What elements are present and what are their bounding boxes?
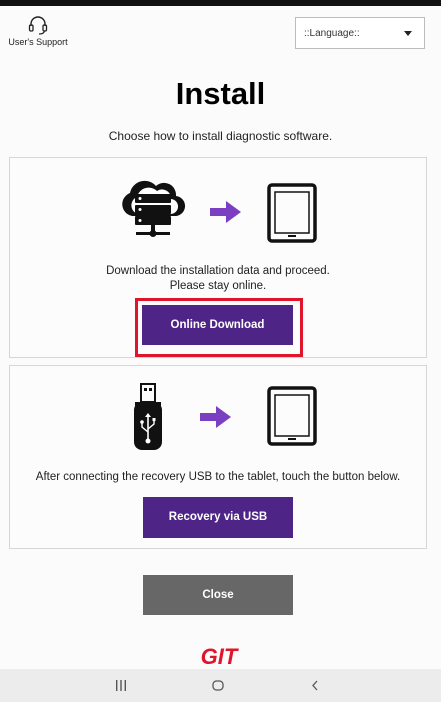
online-description-line2: Please stay online. [169, 280, 267, 292]
page-subtitle: Choose how to install diagnostic softwar… [108, 129, 333, 143]
back-button[interactable] [285, 669, 345, 702]
cloud-server-icon [122, 180, 186, 237]
recents-icon [116, 680, 126, 691]
arrow-right-icon [210, 201, 241, 223]
tablet-icon [267, 183, 317, 243]
language-select-value: ::Language:: [304, 28, 360, 39]
back-icon [312, 680, 318, 691]
usb-drive-icon [134, 383, 162, 450]
page-title: Install [175, 76, 266, 111]
system-navigation-bar [0, 669, 441, 702]
git-logo: GIT [201, 645, 239, 667]
status-bar [0, 0, 441, 6]
users-support-label: User's Support [8, 37, 68, 47]
language-select[interactable]: ::Language:: [295, 17, 425, 49]
arrow-right-icon [200, 406, 231, 428]
usb-description: After connecting the recovery USB to the… [35, 471, 401, 483]
users-support-button[interactable]: User's Support [6, 14, 70, 52]
online-download-highlight [135, 298, 303, 357]
online-description-line1: Download the installation data and proce… [106, 265, 330, 277]
recents-button[interactable] [91, 669, 151, 702]
close-button[interactable]: Close [143, 575, 293, 615]
caret-down-icon [404, 31, 412, 36]
headset-icon [28, 16, 48, 35]
tablet-icon [267, 386, 317, 446]
home-icon [212, 680, 224, 691]
svg-text:GIT: GIT [201, 645, 239, 667]
home-button[interactable] [188, 669, 248, 702]
recovery-via-usb-button[interactable]: Recovery via USB [143, 497, 293, 538]
